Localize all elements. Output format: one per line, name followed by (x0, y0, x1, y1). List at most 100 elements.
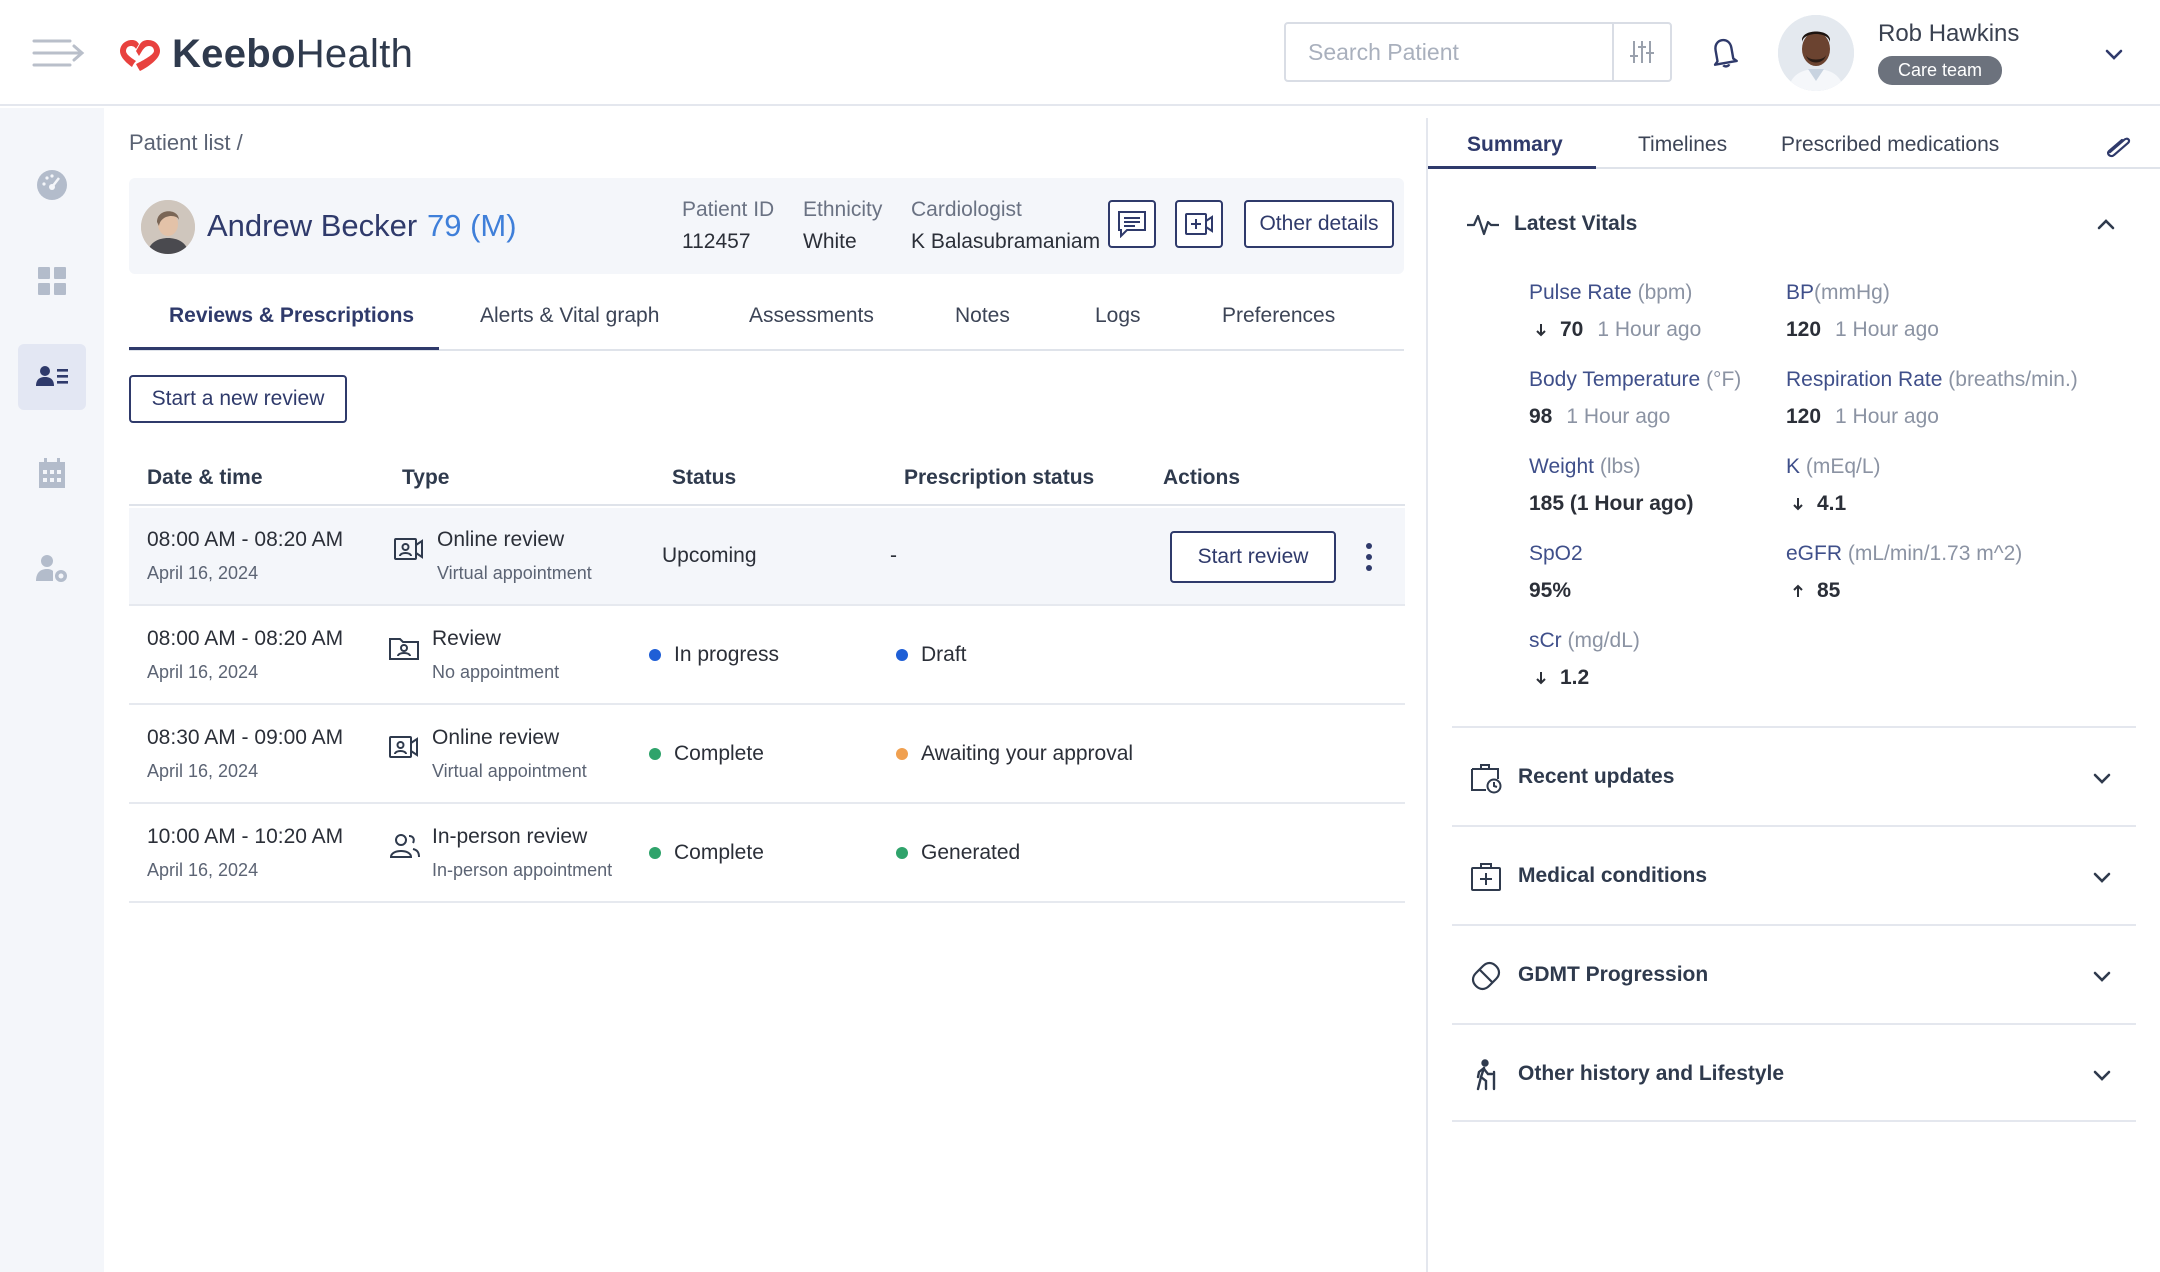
attachment-button[interactable] (2102, 132, 2134, 160)
status-dot (896, 847, 908, 859)
status-dot (649, 748, 661, 760)
row-type: Online review (432, 726, 560, 749)
patient-name: Andrew Becker (207, 208, 418, 243)
vital-spo2-label: SpO2 (1529, 542, 1583, 565)
arrow-up-icon (1793, 584, 1803, 597)
start-new-review-button[interactable]: Start a new review (129, 375, 347, 423)
vital-bp-value: 120 1 Hour ago (1786, 318, 1939, 341)
patient-id-value: 112457 (682, 230, 751, 253)
vital-respiration-value: 120 1 Hour ago (1786, 405, 1939, 428)
chevron-down-icon (2090, 1063, 2114, 1087)
message-button[interactable] (1108, 200, 1156, 248)
active-tab-indicator (129, 347, 439, 350)
nav-dashboard[interactable] (18, 152, 86, 218)
status-dot (896, 748, 908, 760)
section-recent-updates[interactable]: Recent updates (1452, 726, 2136, 824)
video-contact-icon (394, 534, 424, 564)
patient-avatar (141, 200, 195, 254)
vital-respiration-label: Respiration Rate (breaths/min.) (1786, 368, 2078, 391)
section-title: Medical conditions (1518, 864, 1708, 887)
tab-notes[interactable]: Notes (955, 304, 1010, 328)
left-nav-rail (0, 108, 104, 1272)
tab-assessments[interactable]: Assessments (749, 304, 874, 328)
video-call-icon (1185, 213, 1213, 235)
section-medical-conditions[interactable]: Medical conditions (1452, 825, 2136, 923)
top-header: KeeboHealth Rob Hawkins Care team (0, 0, 2160, 106)
vital-scr-value: 1.2 (1534, 666, 1589, 690)
menu-icon[interactable] (32, 38, 88, 68)
collapse-vitals-button[interactable] (2093, 212, 2119, 238)
section-other-history-lifestyle[interactable]: Other history and Lifestyle (1452, 1023, 2136, 1121)
people-icon (389, 831, 420, 861)
status-dot (649, 847, 661, 859)
row-status: Complete (649, 841, 764, 865)
column-header-date-time: Date & time (147, 466, 263, 489)
nav-calendar[interactable] (18, 440, 86, 506)
pulse-icon (1467, 214, 1499, 236)
vital-pulse-label: Pulse Rate (bpm) (1529, 281, 1693, 304)
tab-alerts-vital-graph[interactable]: Alerts & Vital graph (480, 304, 659, 328)
table-row[interactable]: 08:00 AM - 08:20 AM April 16, 2024 Revie… (129, 607, 1405, 705)
section-gdmt-progression[interactable]: GDMT Progression (1452, 924, 2136, 1022)
sections-bottom-divider (1452, 1120, 2136, 1122)
vital-spo2-value: 95% (1529, 579, 1572, 602)
nav-patient-list[interactable] (18, 344, 86, 410)
row-time: 08:00 AM - 08:20 AM (147, 627, 344, 650)
notification-button[interactable] (1706, 34, 1742, 70)
tab-prescribed-medications[interactable]: Prescribed medications (1781, 133, 1999, 157)
row-status: Complete (649, 742, 764, 766)
other-details-button[interactable]: Other details (1244, 200, 1394, 248)
breadcrumb[interactable]: Patient list / (129, 130, 243, 156)
nav-user-settings[interactable] (18, 536, 86, 602)
table-row[interactable]: 08:00 AM - 08:20 AM April 16, 2024 Onlin… (129, 508, 1405, 606)
search-patient-input[interactable] (1286, 24, 1612, 80)
filter-button[interactable] (1612, 24, 1670, 80)
table-row[interactable]: 10:00 AM - 10:20 AM April 16, 2024 In-pe… (129, 805, 1405, 903)
user-name: Rob Hawkins (1878, 20, 2020, 47)
column-header-status: Status (672, 466, 737, 489)
medical-kit-icon (1470, 861, 1502, 893)
section-title: Other history and Lifestyle (1518, 1062, 1785, 1085)
column-header-prescription-status: Prescription status (904, 466, 1095, 489)
tab-timelines[interactable]: Timelines (1638, 133, 1727, 157)
pill-icon (1470, 960, 1502, 992)
chevron-down-icon (2090, 865, 2114, 889)
row-date: April 16, 2024 (147, 761, 259, 781)
heart-logo-icon (120, 40, 160, 71)
user-role-badge: Care team (1878, 56, 2003, 85)
active-right-tab-indicator (1428, 166, 1596, 169)
row-type: Review (432, 627, 501, 650)
row-date: April 16, 2024 (147, 662, 259, 682)
user-avatar[interactable] (1778, 15, 1854, 91)
row-time: 08:30 AM - 09:00 AM (147, 726, 344, 749)
table-row[interactable]: 08:30 AM - 09:00 AM April 16, 2024 Onlin… (129, 706, 1405, 804)
row-type-sub: Virtual appointment (432, 761, 587, 781)
chevron-down-icon (2090, 766, 2114, 790)
more-actions-button[interactable] (1359, 540, 1379, 574)
tab-logs[interactable]: Logs (1095, 304, 1141, 328)
arrow-down-icon (1793, 498, 1803, 511)
arrow-down-icon (1536, 324, 1546, 337)
video-call-button[interactable] (1175, 200, 1223, 248)
section-title: Recent updates (1518, 765, 1675, 788)
brand-logo: KeeboHealth (118, 28, 413, 80)
vital-pulse-value: 70 1 Hour ago (1534, 318, 1701, 342)
bell-icon (1713, 38, 1738, 68)
tab-summary[interactable]: Summary (1467, 133, 1563, 157)
walking-person-icon (1470, 1059, 1502, 1091)
patient-search (1284, 22, 1672, 82)
column-header-actions: Actions (1163, 466, 1241, 489)
status-dot (649, 649, 661, 661)
start-review-button[interactable]: Start review (1170, 531, 1336, 583)
latest-vitals-header[interactable]: Latest Vitals (1466, 210, 1637, 238)
chevron-down-icon (2105, 49, 2123, 60)
row-prescription-status: Awaiting your approval (896, 742, 1133, 766)
tab-reviews-prescriptions[interactable]: Reviews & Prescriptions (169, 304, 414, 328)
row-type-sub: No appointment (432, 662, 560, 682)
nav-grid[interactable] (18, 248, 86, 314)
user-menu-toggle[interactable] (2102, 42, 2126, 66)
table-header-divider (129, 504, 1405, 506)
tab-preferences[interactable]: Preferences (1222, 304, 1335, 328)
row-time: 08:00 AM - 08:20 AM (147, 528, 344, 551)
cardiologist-value: K Balasubramaniam (911, 230, 1101, 253)
